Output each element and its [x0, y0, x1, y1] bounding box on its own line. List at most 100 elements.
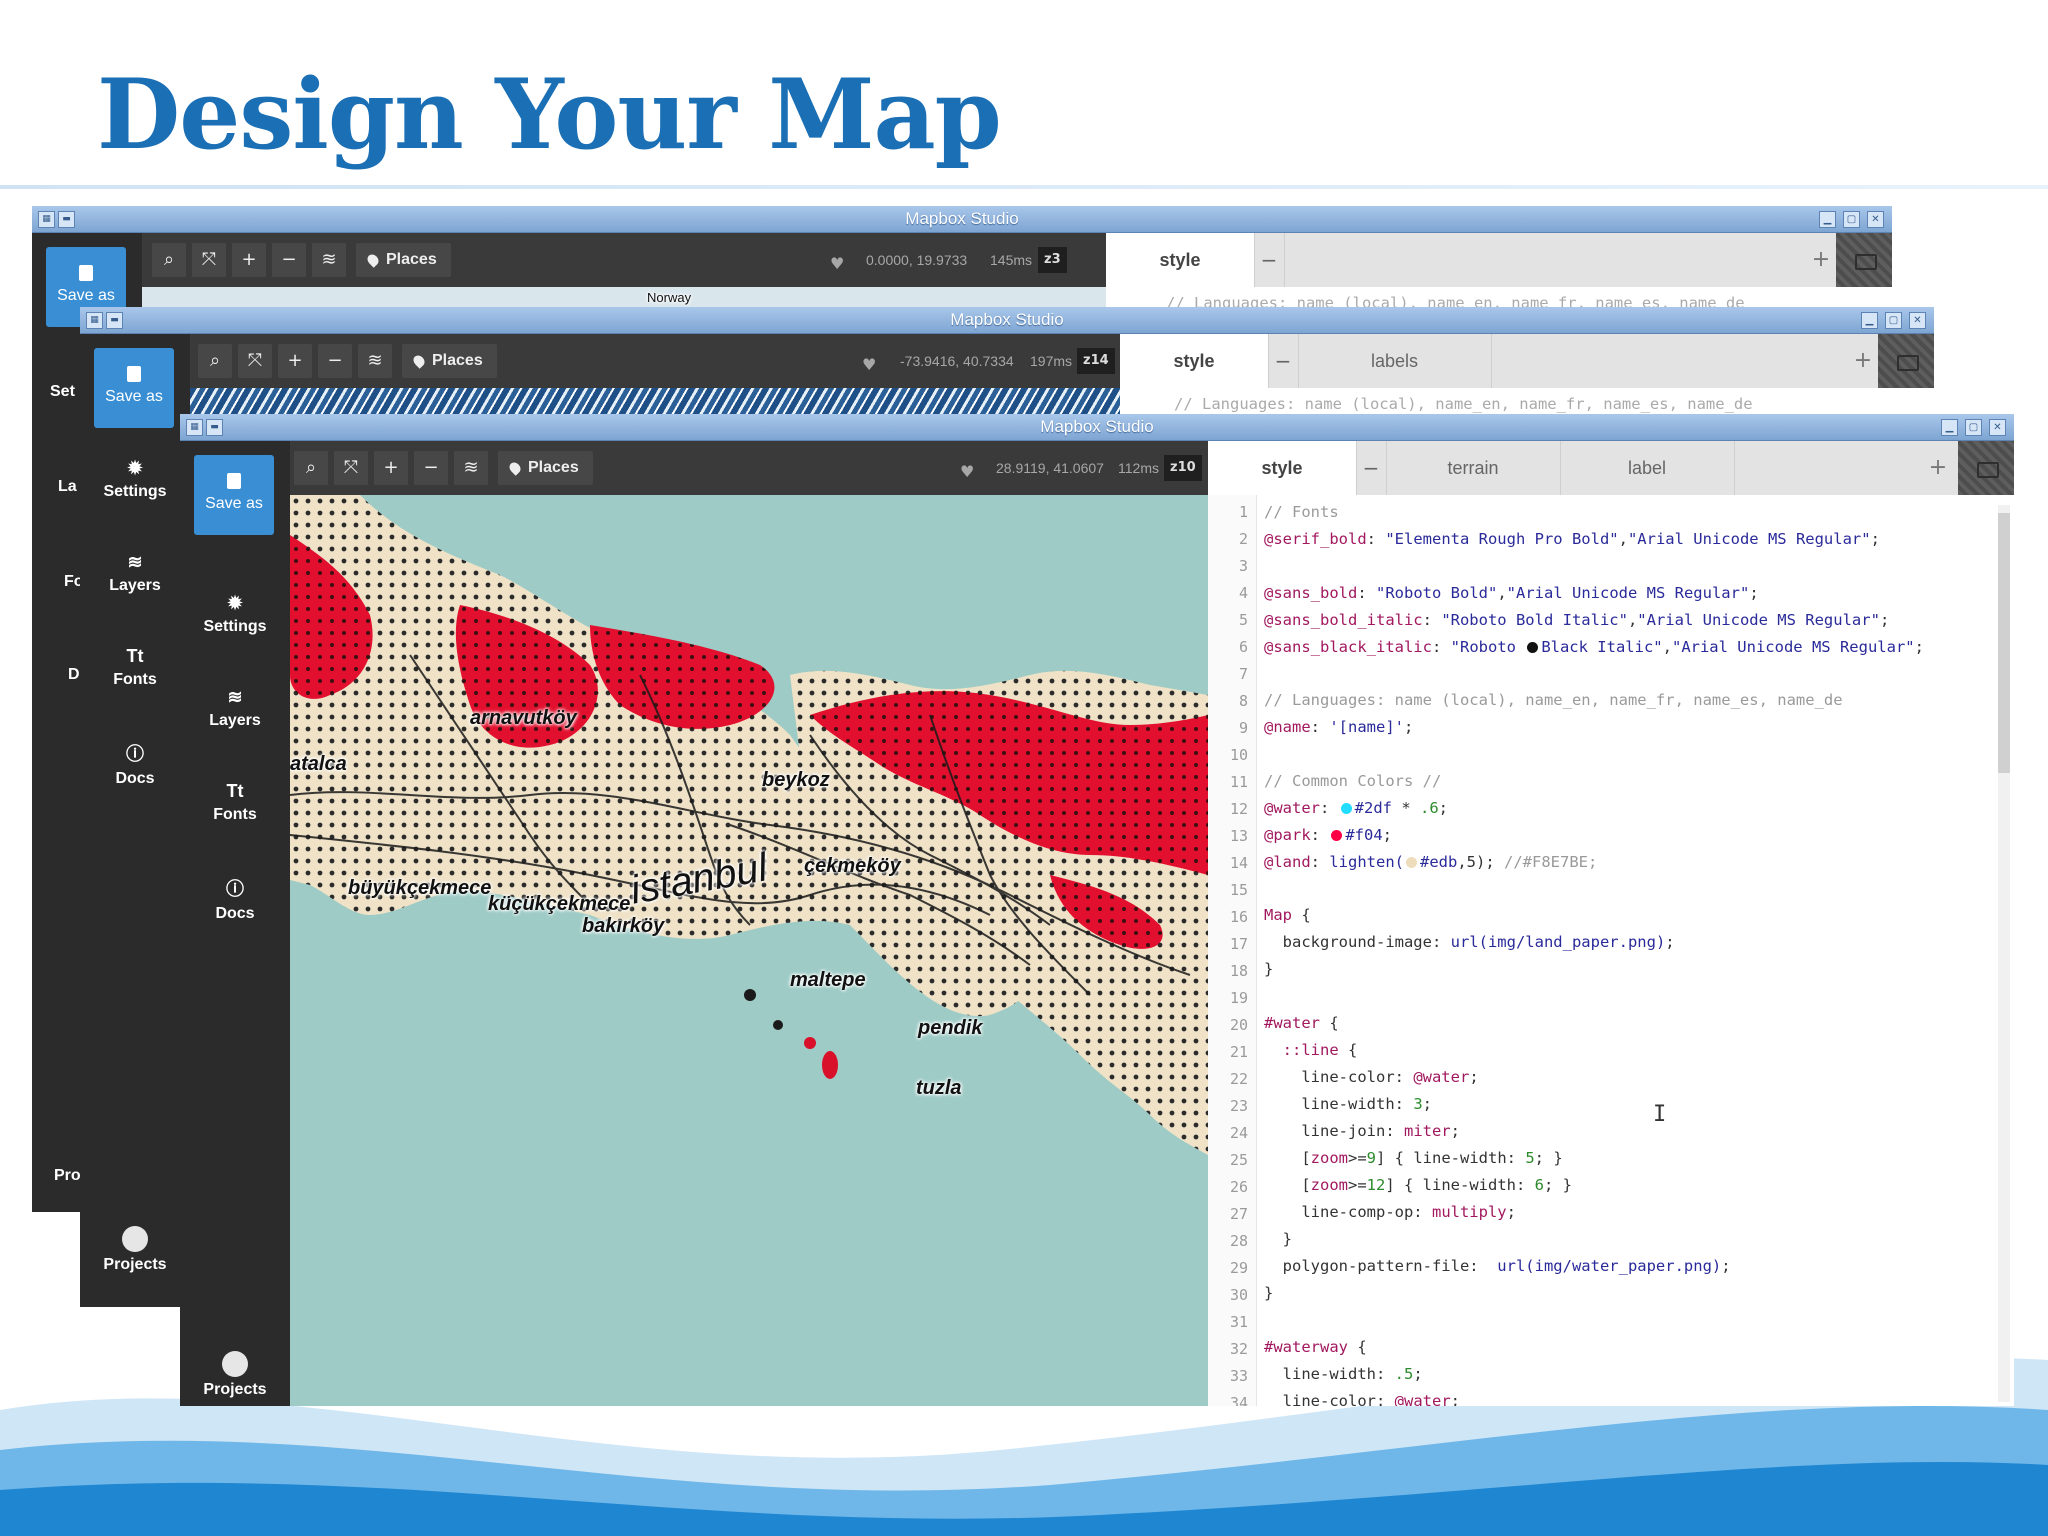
zoom-in-button[interactable]: +: [374, 451, 408, 485]
zoom-in-button[interactable]: +: [278, 344, 312, 378]
places-button[interactable]: Places: [356, 243, 451, 277]
inspect-icon[interactable]: ≋: [312, 243, 346, 277]
sidebar-item-layers[interactable]: ≋ Layers: [180, 687, 290, 730]
sidebar-item-projects[interactable]: Projects: [80, 1226, 190, 1274]
map-label-kucukcekmece: küçükçekmece: [488, 893, 631, 915]
close-icon[interactable]: ✕: [1989, 419, 2006, 436]
zoom-out-button[interactable]: −: [318, 344, 352, 378]
window-titlebar[interactable]: ▦ ▬ Mapbox Studio ▁ ▢ ✕: [180, 414, 2014, 441]
code-line-1: // Fonts: [1264, 503, 1339, 521]
places-button[interactable]: Places: [402, 344, 497, 378]
sidebar-item-projects[interactable]: Projects: [180, 1351, 290, 1399]
maximize-icon[interactable]: ▢: [1965, 419, 1982, 436]
close-icon[interactable]: ✕: [1909, 312, 1926, 329]
code-line-18: }: [1264, 960, 1274, 978]
sidebar-item-settings[interactable]: ✹ Settings: [80, 458, 190, 501]
map-toolbar: ⌕ ⤧ + − ≋ Places ♥ 28.9119, 41.0607 112m…: [290, 441, 1208, 495]
zoom-level: z10: [1164, 455, 1202, 481]
minimize-icon[interactable]: ▁: [1819, 211, 1836, 228]
sidebar-item-layers[interactable]: ≋ Layers: [80, 552, 190, 595]
editor-tabs: style − +: [1106, 233, 1892, 287]
map-canvas: [290, 495, 1208, 1155]
code-line-13: @park: #f04;: [1264, 826, 1393, 844]
zoom-in-button[interactable]: +: [232, 243, 266, 277]
tab-style[interactable]: style: [1120, 334, 1269, 388]
tab-style[interactable]: style: [1208, 441, 1357, 495]
search-icon[interactable]: ⌕: [198, 344, 232, 378]
line-number: 25: [1229, 1151, 1248, 1169]
window-title: Mapbox Studio: [950, 310, 1064, 329]
fullscreen-icon[interactable]: ⤧: [238, 344, 272, 378]
panel-toggle[interactable]: [1878, 334, 1934, 388]
minimize-icon[interactable]: ▁: [1941, 419, 1958, 436]
tab-style[interactable]: style: [1106, 233, 1255, 287]
close-icon[interactable]: ✕: [1867, 211, 1884, 228]
map-toolbar: ⌕ ⤧ + − ≋ Places ♥ 0.0000, 19.9733 145ms…: [142, 233, 1106, 287]
gear-icon: ✹: [127, 458, 143, 478]
editor-scrollbar[interactable]: [1998, 505, 2010, 1402]
render-time: 145ms: [990, 252, 1033, 268]
panel-toggle[interactable]: [1836, 233, 1892, 287]
code-line-4: @sans_bold: "Roboto Bold","Arial Unicode…: [1264, 584, 1759, 602]
tab-terrain[interactable]: terrain: [1386, 441, 1561, 495]
line-number: 14: [1229, 854, 1248, 872]
zoom-out-button[interactable]: −: [414, 451, 448, 485]
line-number: 24: [1229, 1124, 1248, 1142]
tab-collapse-button[interactable]: −: [1268, 334, 1299, 388]
code-line-2: @serif_bold: "Elementa Rough Pro Bold","…: [1264, 530, 1880, 548]
tab-labels[interactable]: labels: [1298, 334, 1492, 388]
land-color-swatch[interactable]: [1406, 857, 1418, 868]
code-line-27: line-comp-op: multiply;: [1264, 1203, 1516, 1221]
heart-icon[interactable]: ♥: [830, 254, 844, 273]
tab-collapse-button[interactable]: −: [1254, 233, 1285, 287]
heart-icon[interactable]: ♥: [862, 355, 876, 374]
code-line-24: line-join: miter;: [1264, 1122, 1460, 1140]
add-tab-button[interactable]: +: [1920, 441, 1956, 495]
sidebar-item-docs[interactable]: ⓘ Docs: [180, 875, 290, 923]
save-as-button[interactable]: Save as: [94, 348, 174, 428]
editor-tabs: style − terrain label +: [1208, 441, 2014, 495]
sidebar-item-docs[interactable]: ⓘ Docs: [80, 740, 190, 788]
tab-collapse-button[interactable]: −: [1356, 441, 1387, 495]
fullscreen-icon[interactable]: ⤧: [192, 243, 226, 277]
maximize-icon[interactable]: ▢: [1843, 211, 1860, 228]
sidebar-item-fonts[interactable]: Tt Fonts: [80, 646, 190, 689]
avatar: [222, 1351, 248, 1377]
inspect-icon[interactable]: ≋: [358, 344, 392, 378]
window-titlebar[interactable]: ▦ ▬ Mapbox Studio ▁ ▢ ✕: [32, 206, 1892, 233]
zoom-level: z3: [1038, 247, 1067, 273]
sidebar: Save as ✹ Settings ≋ Layers Tt Fonts ⓘ Docs …: [180, 441, 290, 1406]
window-titlebar[interactable]: ▦ ▬ Mapbox Studio ▁ ▢ ✕: [80, 307, 1934, 334]
zoom-out-button[interactable]: −: [272, 243, 306, 277]
code-line-8: // Languages: name (local), name_en, nam…: [1264, 691, 1843, 709]
save-icon: [79, 265, 93, 281]
places-button[interactable]: Places: [498, 451, 593, 485]
search-icon[interactable]: ⌕: [294, 451, 328, 485]
maximize-icon[interactable]: ▢: [1885, 312, 1902, 329]
scrollbar-thumb[interactable]: [1998, 513, 2010, 773]
park-color-swatch[interactable]: [1331, 830, 1343, 841]
save-as-button[interactable]: Save as: [194, 455, 274, 535]
code-line-22: line-color: @water;: [1264, 1068, 1479, 1086]
add-tab-button[interactable]: +: [1806, 233, 1836, 287]
code-line-11: // Common Colors //: [1264, 772, 1442, 790]
layers-icon: ≋: [127, 552, 143, 572]
heart-icon[interactable]: ♥: [960, 462, 974, 481]
map-view[interactable]: Norway: [142, 287, 1106, 307]
map-view[interactable]: arnavutköy atalca beykoz çekmeköy büyükç…: [290, 495, 1208, 1406]
map-label-cekmekoy: çekmeköy: [804, 855, 901, 877]
code-editor[interactable]: 1 2 3 4 5 6 7 8 9 10 11 12 13 14 15 16 17 18 19 20 21 22 23 24 2…: [1208, 495, 2014, 1406]
sidebar-item-settings[interactable]: ✹ Settings: [180, 593, 290, 636]
water-color-swatch[interactable]: [1340, 803, 1352, 814]
tab-label[interactable]: label: [1560, 441, 1735, 495]
inspect-icon[interactable]: ≋: [454, 451, 488, 485]
add-tab-button[interactable]: +: [1848, 334, 1878, 388]
panel-toggle[interactable]: [1958, 441, 2014, 495]
fullscreen-icon[interactable]: ⤧: [334, 451, 368, 485]
minimize-icon[interactable]: ▁: [1861, 312, 1878, 329]
line-number: 8: [1238, 692, 1248, 710]
text-cursor-icon: I: [1653, 1102, 1667, 1127]
search-icon[interactable]: ⌕: [152, 243, 186, 277]
pin-icon: [411, 353, 427, 369]
sidebar-item-fonts[interactable]: Tt Fonts: [180, 781, 290, 824]
